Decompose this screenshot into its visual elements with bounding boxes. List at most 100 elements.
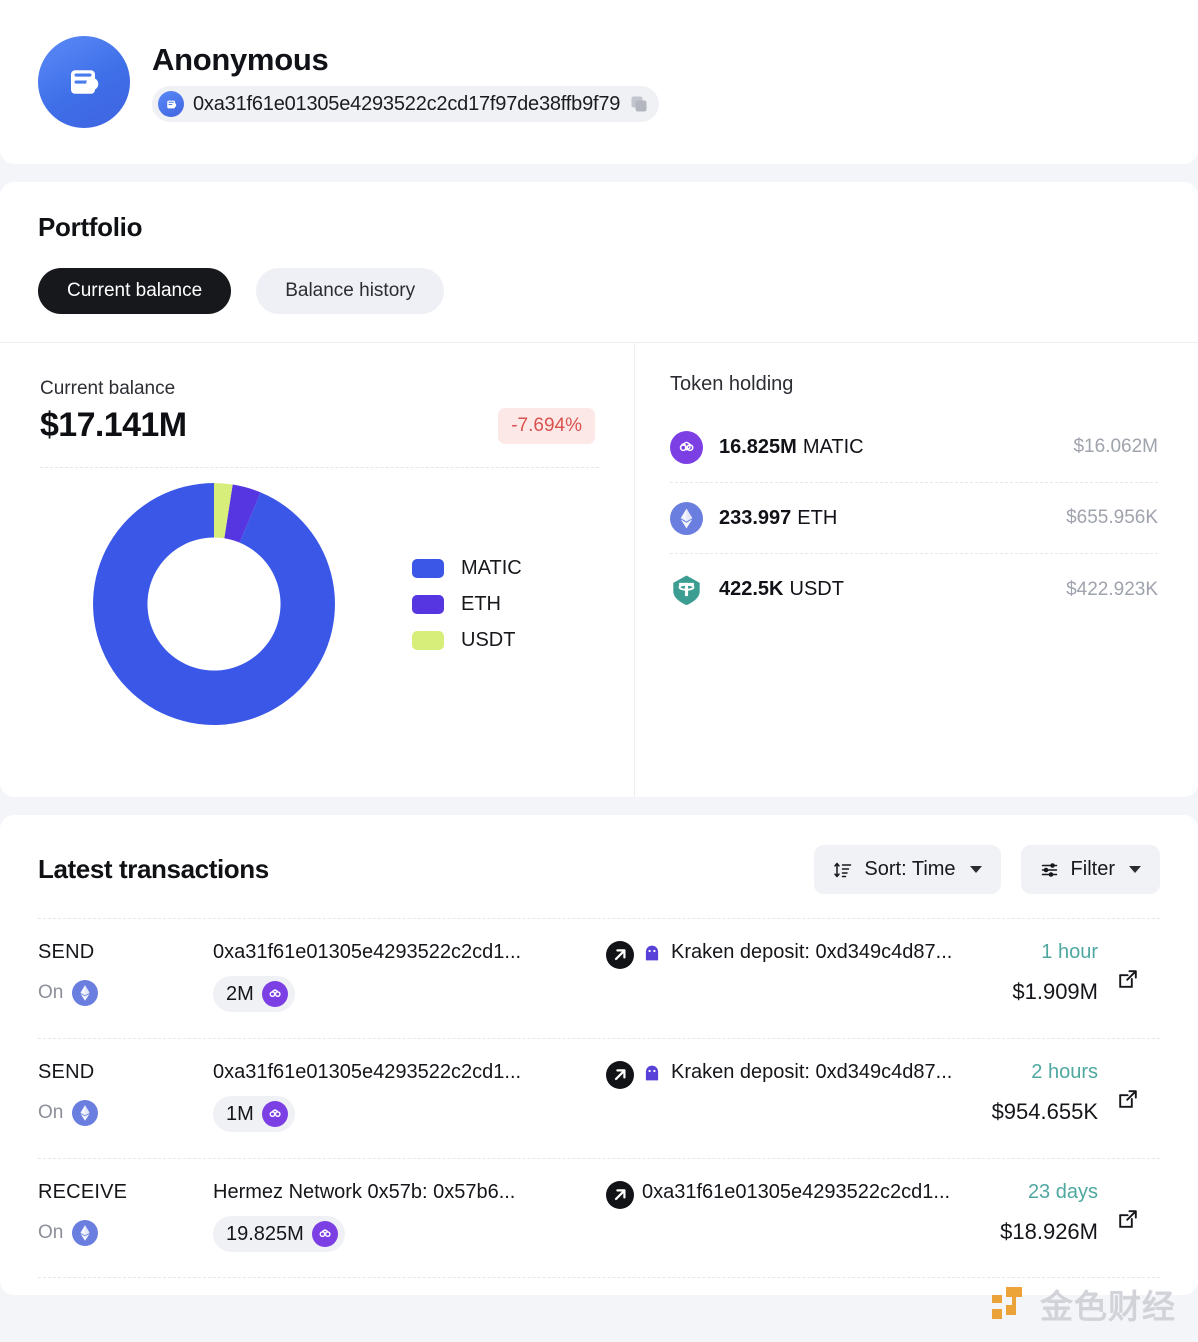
token-usd-value: $655.956K [1066,507,1158,528]
tx-meta-cell: 23 days $18.926M [1000,1181,1098,1245]
tx-open-link[interactable] [1116,967,1140,996]
ethereum-icon [72,1220,99,1246]
legend-swatch-matic [412,558,444,578]
token-usd-value: $422.923K [1066,578,1158,600]
balance-change-badge: -7.694% [498,407,595,444]
chevron-down-icon [969,866,982,873]
external-link-icon[interactable] [1116,967,1140,991]
tx-amount-chip: 2M [213,976,295,1012]
polygon-icon [670,430,703,464]
avatar [38,36,130,128]
tab-balance-history[interactable]: Balance history [256,268,445,314]
tx-from-address[interactable]: 0xa31f61e01305e4293522c2cd1... [213,1061,593,1084]
tx-type-cell: SEND On [38,1061,208,1126]
chevron-down-icon [1129,866,1141,873]
tx-time: 1 hour [1041,941,1098,963]
tx-type-cell: SEND On [38,941,208,1006]
legend-label-usdt: USDT [461,628,516,651]
tx-from-cell: 0xa31f61e01305e4293522c2cd1... 2M [213,941,593,1012]
copy-icon[interactable] [629,94,649,114]
table-row[interactable]: SEND On 0xa31f61e01305e4293522c2cd1... 1… [38,1038,1160,1158]
allocation-donut-chart [93,483,335,725]
sort-icon [834,862,852,877]
tx-meta-cell: 2 hours $954.655K [992,1061,1098,1125]
portfolio-tabs: Current balance Balance history [38,268,1160,342]
filter-icon [1041,862,1057,877]
tx-from-cell: 0xa31f61e01305e4293522c2cd1... 1M [213,1061,593,1132]
sort-button[interactable]: Sort: Time [814,845,1001,894]
portfolio-header: Portfolio Current balance Balance histor… [0,182,1198,342]
header-text-block: Anonymous 0xa31f61e01305e4293522c2cd17f9… [152,42,660,123]
external-link-icon[interactable] [1116,1087,1140,1111]
ethereum-icon [670,501,703,535]
external-link-icon[interactable] [1116,1207,1140,1231]
table-row[interactable]: RECEIVE On Hermez Network 0x57b: 0x57b6.… [38,1158,1160,1278]
ethereum-icon [72,980,99,1006]
tx-open-link[interactable] [1116,1207,1140,1236]
tx-type: SEND [38,941,95,963]
balance-amount: $17.141M [40,406,187,444]
kraken-icon [645,1065,659,1080]
legend-label-matic: MATIC [461,556,522,579]
tx-from-address[interactable]: 0xa31f61e01305e4293522c2cd1... [213,941,593,964]
tx-amount: 19.825M [226,1222,304,1245]
donut-slice-matic [93,483,335,725]
token-row[interactable]: 16.825M MATIC $16.062M [670,412,1158,483]
tx-amount: 1M [226,1102,254,1125]
tx-chain: On [38,1220,208,1246]
sort-label: Sort: Time [864,858,956,880]
tx-meta-cell: 1 hour $1.909M [1012,941,1098,1005]
address-chip[interactable]: 0xa31f61e01305e4293522c2cd17f97de38ffb9f… [152,86,660,123]
tx-from-cell: Hermez Network 0x57b: 0x57b6... 19.825M [213,1181,593,1252]
tx-from-address[interactable]: Hermez Network 0x57b: 0x57b6... [213,1181,593,1204]
legend-swatch-usdt [412,630,444,650]
token-holding-panel: Token holding 16.825M MATIC $16.062M 233… [635,343,1198,797]
tx-value: $18.926M [1000,1219,1098,1244]
token-holding-list: 16.825M MATIC $16.062M 233.997 ETH $655.… [670,412,1158,625]
token-symbol: MATIC [802,435,864,458]
arrow-up-right-icon [606,1061,634,1089]
filter-button[interactable]: Filter [1020,845,1160,894]
tx-time: 2 hours [1031,1061,1098,1083]
portfolio-body: Current balance $17.141M -7.694% MATIC E… [0,342,1198,797]
allocation-chart-area: MATIC ETH USDT [40,478,599,730]
tx-to-address[interactable]: Kraken deposit: 0xd349c4d87... [671,1061,952,1084]
tx-to-cell: Kraken deposit: 0xd349c4d87... [642,1061,952,1084]
token-holding-title: Token holding [670,373,794,395]
tx-value: $954.655K [991,1099,1098,1124]
table-row[interactable]: SEND On 0xa31f61e01305e4293522c2cd1... 2… [38,918,1160,1038]
legend-label-eth: ETH [461,592,501,615]
polygon-icon [261,1101,288,1127]
chart-legend: MATIC ETH USDT [412,550,522,658]
transactions-card: Latest transactions Sort: Time Filter SE… [0,815,1198,1295]
token-usd-value: $16.062M [1073,436,1158,457]
tx-to-cell: Kraken deposit: 0xd349c4d87... [642,941,952,964]
tx-chain: On [38,980,208,1006]
arrow-up-right-icon [606,941,634,969]
token-row[interactable]: 422.5K USDT $422.923K [670,554,1158,625]
polygon-icon [311,1221,338,1247]
tx-time: 23 days [1027,1181,1098,1203]
legend-swatch-eth [412,594,444,614]
tx-to-address[interactable]: 0xa31f61e01305e4293522c2cd1... [642,1181,950,1204]
token-amount: 16.825M [719,435,797,458]
tx-value: $1.909M [1012,979,1098,1004]
tx-type: RECEIVE [38,1181,128,1203]
transactions-header: Latest transactions Sort: Time Filter [38,845,1160,894]
divider [40,467,599,468]
legend-item-matic: MATIC [412,550,522,586]
transactions-title: Latest transactions [38,854,269,884]
page-title: Portfolio [38,212,143,242]
tx-direction-arrow [606,941,634,974]
token-symbol: ETH [797,506,838,529]
transactions-list: SEND On 0xa31f61e01305e4293522c2cd1... 2… [38,918,1160,1278]
token-row[interactable]: 233.997 ETH $655.956K [670,483,1158,554]
tx-to-address[interactable]: Kraken deposit: 0xd349c4d87... [671,941,952,964]
legend-item-eth: ETH [412,586,522,622]
tx-chain: On [38,1100,208,1126]
tab-current-balance[interactable]: Current balance [38,268,232,314]
tx-direction-arrow [606,1181,634,1214]
wallet-header: Anonymous 0xa31f61e01305e4293522c2cd17f9… [0,0,1198,164]
ethereum-icon [72,1100,99,1126]
tx-open-link[interactable] [1116,1087,1140,1116]
